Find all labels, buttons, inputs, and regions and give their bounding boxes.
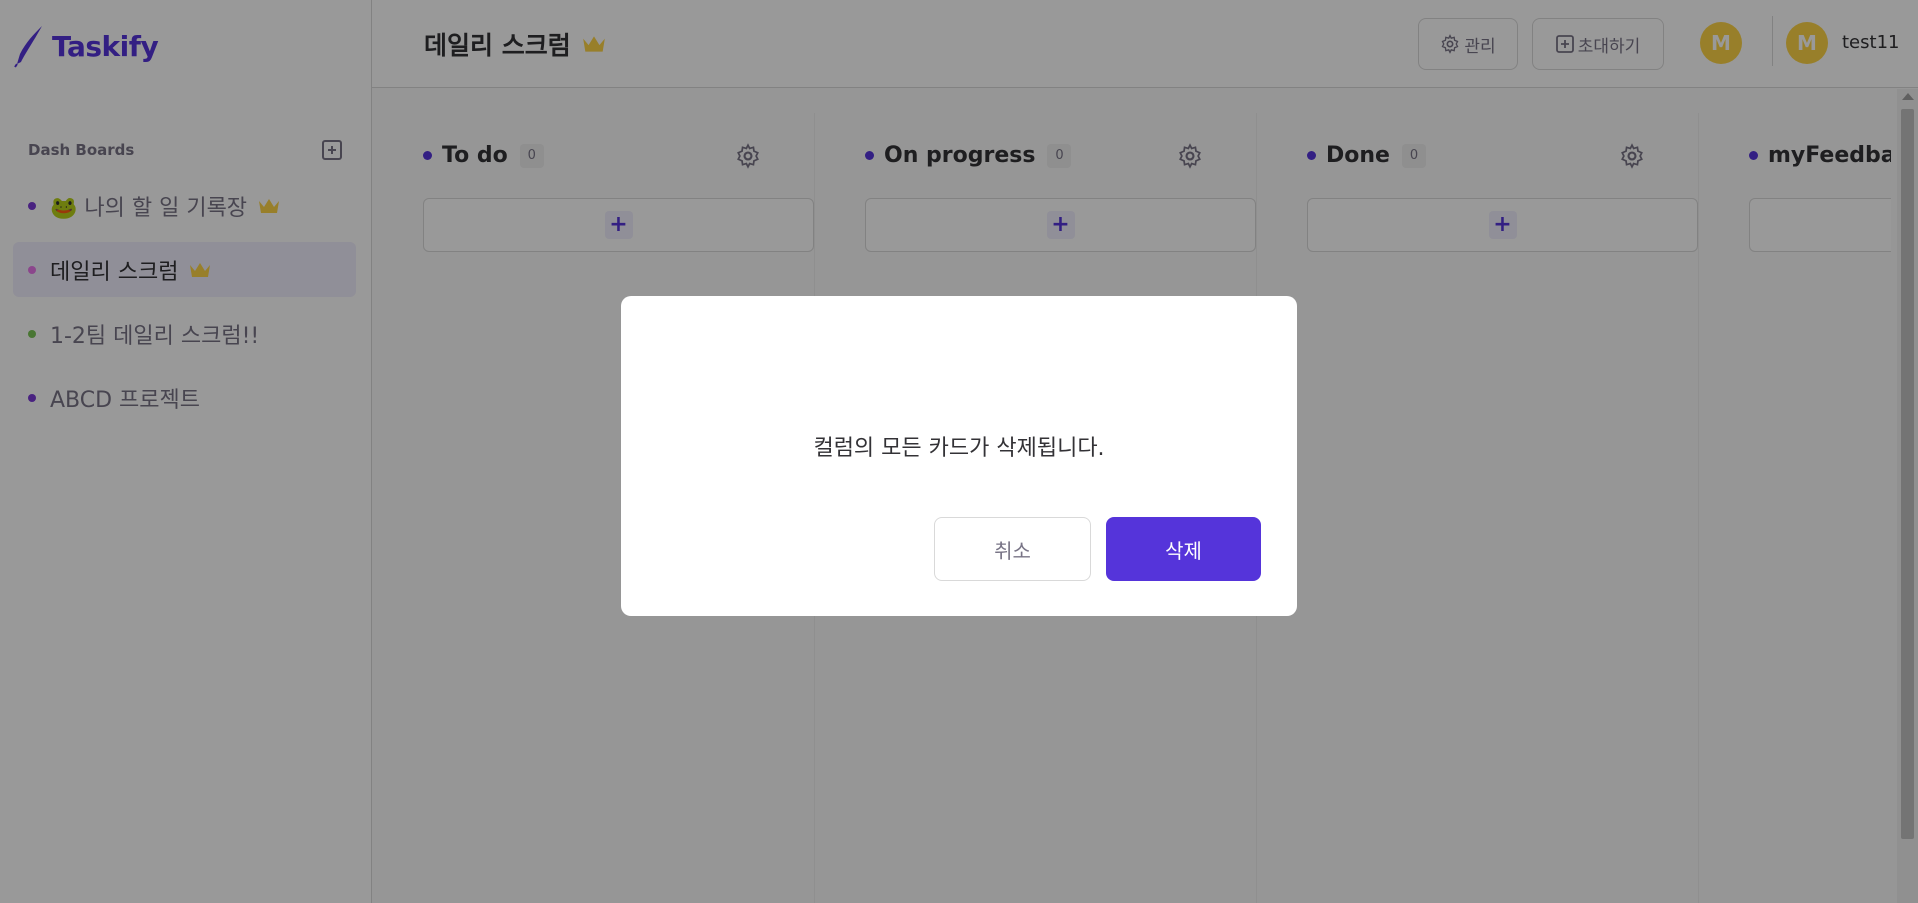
delete-column-dialog: 컬럼의 모든 카드가 삭제됩니다. 취소 삭제 — [621, 296, 1297, 616]
dialog-message: 컬럼의 모든 카드가 삭제됩니다. — [813, 436, 1105, 461]
delete-button[interactable]: 삭제 — [1106, 517, 1261, 581]
cancel-button[interactable]: 취소 — [934, 517, 1091, 581]
